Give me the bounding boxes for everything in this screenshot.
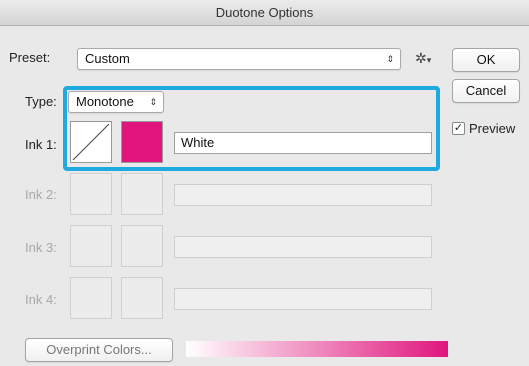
chevron-updown-icon: ⇕ [386, 54, 394, 64]
ink3-color-swatch [121, 225, 163, 267]
ink1-label: Ink 1: [25, 137, 57, 152]
type-value: Monotone [76, 94, 134, 109]
ink-gradient-bar [186, 341, 448, 357]
ink4-name-field [174, 288, 432, 310]
ink3-label: Ink 3: [25, 240, 57, 255]
preset-value: Custom [85, 51, 130, 66]
ink4-label: Ink 4: [25, 292, 57, 307]
ok-button[interactable]: OK [452, 48, 520, 72]
ink3-curve-box [70, 225, 112, 267]
curve-line-icon [72, 123, 110, 161]
ink1-name-field[interactable]: White [174, 132, 432, 154]
chevron-updown-icon: ⇕ [149, 97, 157, 107]
ink2-label: Ink 2: [25, 187, 57, 202]
window-title: Duotone Options [0, 0, 529, 26]
ink2-curve-box [70, 173, 112, 215]
ink2-color-swatch [121, 173, 163, 215]
preset-select[interactable]: Custom ⇕ [77, 48, 401, 70]
type-label: Type: [25, 94, 57, 109]
ink4-curve-box [70, 277, 112, 319]
type-select[interactable]: Monotone ⇕ [68, 91, 164, 113]
ink1-color-swatch[interactable] [121, 121, 163, 163]
preset-label: Preset: [9, 50, 51, 65]
gear-icon[interactable]: ✲▾ [415, 48, 431, 70]
ink3-name-field [174, 236, 432, 258]
ink4-color-swatch [121, 277, 163, 319]
overprint-colors-button[interactable]: Overprint Colors... [25, 338, 173, 362]
preview-label: Preview [469, 121, 516, 136]
ink2-name-field [174, 184, 432, 206]
preview-checkbox[interactable]: ✓ [452, 122, 465, 135]
ink1-curve-box[interactable] [70, 121, 112, 163]
cancel-button[interactable]: Cancel [452, 79, 520, 103]
